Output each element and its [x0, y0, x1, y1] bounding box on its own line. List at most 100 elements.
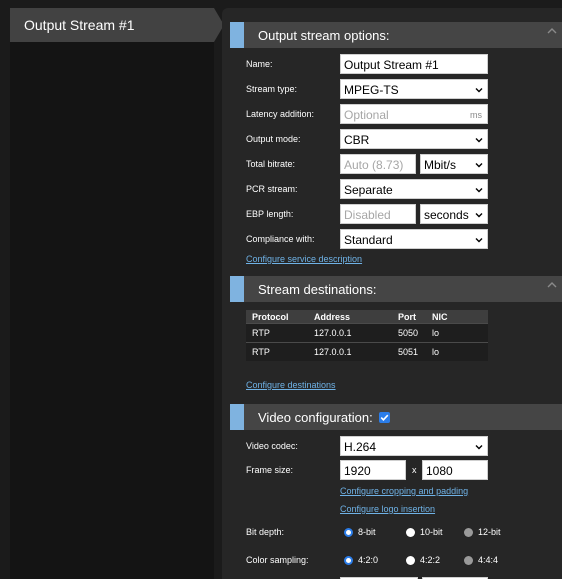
column-header: Protocol — [246, 310, 308, 324]
radio-label: 10-bit — [420, 527, 443, 537]
configure-service-description-link[interactable]: Configure service description — [246, 254, 362, 264]
color-sampling-444-radio[interactable]: 4:4:4 — [464, 555, 498, 565]
stream-destinations-header[interactable]: Stream destinations: — [230, 276, 562, 302]
radio-dot — [406, 527, 415, 537]
bitrate-unit-select[interactable]: Mbit/s — [420, 154, 488, 174]
video-codec-row: Video codec: H.264 — [246, 436, 562, 456]
main-panel: Output stream options: Name: Output Stre… — [222, 8, 562, 579]
configure-destinations-link[interactable]: Configure destinations — [246, 380, 336, 390]
pcr-stream-value: Separate — [344, 183, 393, 197]
table-row[interactable]: RTP 127.0.0.1 5051 lo — [246, 342, 488, 361]
color-sampling-label: Color sampling: — [246, 555, 309, 565]
video-codec-value: H.264 — [344, 440, 377, 454]
total-bitrate-input[interactable]: Auto (8.73) — [340, 154, 416, 174]
chevron-down-icon — [475, 445, 483, 450]
name-input[interactable]: Output Stream #1 — [340, 54, 488, 74]
output-mode-select[interactable]: CBR — [340, 129, 488, 149]
radio-dot — [406, 555, 415, 565]
frame-size-row: Frame size: 1920 x 1080 — [246, 460, 562, 480]
radio-dot — [344, 555, 353, 565]
section-title: Output stream options: — [258, 27, 390, 43]
configure-logo-link[interactable]: Configure logo insertion — [340, 504, 435, 514]
video-enabled-checkbox[interactable] — [378, 411, 390, 423]
pcr-stream-select[interactable]: Separate — [340, 179, 488, 199]
frame-width-input[interactable]: 1920 — [340, 460, 406, 480]
bit-depth-12-radio[interactable]: 12-bit — [464, 527, 501, 537]
latency-row: Latency addition: Optional ms — [246, 104, 562, 124]
stream-sidebar: Output Stream #1 — [10, 8, 224, 579]
total-bitrate-label: Total bitrate: — [246, 159, 296, 169]
chevron-down-icon — [475, 188, 483, 193]
video-codec-select[interactable]: H.264 — [340, 436, 488, 456]
table-cell: 127.0.0.1 — [308, 323, 392, 343]
video-config-header[interactable]: Video configuration: — [230, 404, 562, 430]
section-accent — [230, 404, 244, 430]
section-accent — [230, 22, 244, 48]
table-cell: lo — [426, 342, 488, 361]
output-options-header[interactable]: Output stream options: — [230, 22, 562, 48]
table-cell: 5050 — [392, 323, 426, 343]
stream-type-row: Stream type: MPEG-TS — [246, 79, 562, 99]
bit-depth-label: Bit depth: — [246, 527, 285, 537]
ebp-unit-value: seconds — [424, 208, 469, 222]
pcr-stream-label: PCR stream: — [246, 184, 298, 194]
stream-type-select[interactable]: MPEG-TS — [340, 79, 488, 99]
radio-dot — [464, 555, 473, 565]
configure-cropping-link[interactable]: Configure cropping and padding — [340, 486, 468, 496]
ebp-length-row: EBP length: Disabled seconds — [246, 204, 562, 224]
radio-label: 12-bit — [478, 527, 501, 537]
output-mode-label: Output mode: — [246, 134, 301, 144]
chevron-down-icon — [475, 88, 483, 93]
latency-placeholder: Optional — [344, 108, 389, 122]
total-bitrate-row: Total bitrate: Auto (8.73) Mbit/s — [246, 154, 562, 174]
latency-unit: ms — [470, 110, 482, 120]
frame-size-separator: x — [412, 465, 417, 475]
radio-label: 8-bit — [358, 527, 376, 537]
table-header-row: Protocol Address Port NIC — [246, 310, 488, 324]
chevron-down-icon — [475, 138, 483, 143]
ebp-length-label: EBP length: — [246, 209, 294, 219]
chevron-up-icon[interactable] — [546, 25, 558, 37]
table-cell: lo — [426, 323, 488, 343]
radio-label: 4:4:4 — [478, 555, 499, 565]
section-accent — [230, 276, 244, 302]
radio-dot — [344, 527, 353, 537]
color-sampling-row: Color sampling: 4:2:0 4:2:2 4:4:4 — [246, 550, 562, 570]
chevron-down-icon — [475, 163, 483, 168]
section-title: Video configuration: — [258, 409, 373, 425]
bit-depth-10-radio[interactable]: 10-bit — [406, 527, 443, 537]
bit-depth-row: Bit depth: 8-bit 10-bit 12-bit — [246, 522, 562, 542]
radio-dot — [464, 527, 473, 537]
color-sampling-420-radio[interactable]: 4:2:0 — [344, 555, 378, 565]
ebp-length-input[interactable]: Disabled — [340, 204, 416, 224]
color-sampling-422-radio[interactable]: 4:2:2 — [406, 555, 440, 565]
name-label: Name: — [246, 59, 273, 69]
column-header: Address — [308, 310, 392, 324]
table-cell: RTP — [246, 342, 308, 361]
video-codec-label: Video codec: — [246, 441, 298, 451]
radio-label: 4:2:2 — [420, 555, 441, 565]
latency-label: Latency addition: — [246, 109, 315, 119]
frame-size-label: Frame size: — [246, 465, 294, 475]
frame-height-input[interactable]: 1080 — [422, 460, 488, 480]
pcr-stream-row: PCR stream: Separate — [246, 179, 562, 199]
destinations-table: Protocol Address Port NIC RTP 127.0.0.1 … — [246, 310, 488, 361]
chevron-up-icon[interactable] — [546, 279, 558, 291]
chevron-down-icon — [475, 238, 483, 243]
bit-depth-8-radio[interactable]: 8-bit — [344, 527, 376, 537]
stream-type-value: MPEG-TS — [344, 83, 399, 97]
compliance-select[interactable]: Standard — [340, 229, 488, 249]
table-cell: 5051 — [392, 342, 426, 361]
output-mode-value: CBR — [344, 133, 370, 147]
sidebar-item-label: Output Stream #1 — [24, 17, 135, 33]
sidebar-item-output-stream-1[interactable]: Output Stream #1 — [10, 8, 224, 42]
table-cell: RTP — [246, 323, 308, 343]
bitrate-unit-value: Mbit/s — [424, 158, 457, 172]
table-row[interactable]: RTP 127.0.0.1 5050 lo — [246, 323, 488, 343]
latency-input[interactable]: Optional ms — [340, 104, 488, 124]
chevron-down-icon — [475, 213, 483, 218]
stream-type-label: Stream type: — [246, 84, 298, 94]
output-mode-row: Output mode: CBR — [246, 129, 562, 149]
ebp-unit-select[interactable]: seconds — [420, 204, 488, 224]
section-title: Stream destinations: — [258, 281, 377, 297]
